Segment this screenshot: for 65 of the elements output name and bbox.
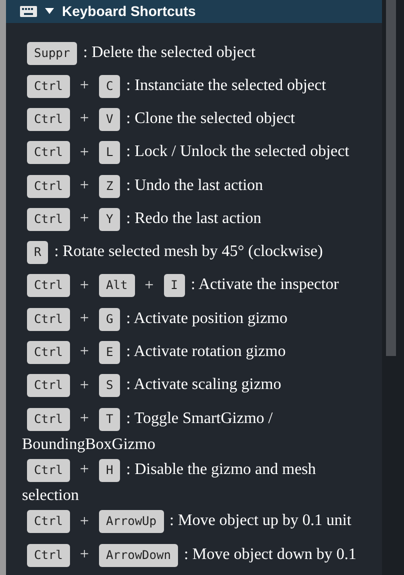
- key-cap: T: [98, 408, 120, 431]
- key-cap: Ctrl: [27, 174, 70, 198]
- key-cap: Suppr: [27, 42, 78, 65]
- shortcut-description: : Activate scaling gizmo: [126, 376, 282, 394]
- key-cap: Ctrl: [27, 458, 70, 482]
- shortcut-description: : Move object down by 0.1: [184, 546, 356, 563]
- key-cap: Ctrl: [27, 408, 70, 431]
- plus-sign: +: [144, 276, 154, 296]
- plus-sign: +: [80, 376, 89, 396]
- shortcut-description: : Disable the gizmo and mesh: [126, 461, 316, 478]
- key-cap: Ctrl: [27, 340, 70, 364]
- shortcut-description: : Move object up by 0.1 unit: [170, 512, 352, 530]
- key-cap: ArrowDown: [98, 544, 178, 566]
- plus-sign: +: [80, 76, 89, 96]
- shortcut-description: : Clone the selected object: [126, 110, 295, 128]
- panel-header[interactable]: Keyboard Shortcuts: [6, 0, 382, 23]
- shortcut-description: : Lock / Unlock the selected object: [126, 143, 350, 160]
- key-cap: V: [98, 108, 120, 131]
- shortcut-description: : Instanciate the selected object: [126, 76, 326, 94]
- key-cap: Ctrl: [27, 141, 70, 164]
- shortcut-description: : Redo the last action: [126, 210, 262, 228]
- key-cap: R: [27, 241, 48, 264]
- caret-icon: [45, 8, 54, 14]
- plus-sign: +: [80, 309, 89, 330]
- key-cap: Ctrl: [27, 544, 70, 566]
- scrollbar-thumb[interactable]: [386, 0, 396, 356]
- key-cap: Y: [98, 208, 120, 231]
- key-cap: Z: [98, 174, 120, 198]
- key-cap: C: [98, 74, 120, 98]
- shortcut-description: : Delete the selected object: [83, 44, 256, 61]
- plus-sign: +: [80, 409, 89, 430]
- key-cap: Ctrl: [27, 108, 70, 131]
- key-cap: I: [164, 274, 185, 298]
- plus-sign: +: [80, 545, 89, 565]
- key-cap: Ctrl: [27, 208, 70, 231]
- key-cap: E: [98, 340, 120, 364]
- shortcut-description: : Activate the inspector: [190, 276, 339, 294]
- key-cap: Ctrl: [27, 510, 70, 534]
- key-cap: ArrowUp: [98, 510, 164, 534]
- key-cap: Ctrl: [27, 74, 70, 98]
- plus-sign: +: [80, 342, 89, 362]
- plus-sign: +: [80, 142, 89, 163]
- panel-title: Keyboard Shortcuts: [62, 2, 196, 21]
- key-cap: Ctrl: [27, 308, 70, 331]
- shortcut-description: : Undo the last action: [126, 176, 264, 194]
- shortcut-description: : Rotate selected mesh by 45° (clockwise): [54, 243, 323, 260]
- keyboard-icon: [20, 6, 37, 17]
- shortcut-description: : Toggle SmartGizmo /: [126, 410, 273, 427]
- key-cap: L: [98, 141, 120, 164]
- plus-sign: +: [80, 512, 89, 532]
- shortcut-description: : Activate position gizmo: [126, 310, 288, 327]
- plus-sign: +: [80, 209, 89, 230]
- shortcut-description-continued: BoundingBoxGizmo: [22, 435, 156, 456]
- key-cap: Alt: [98, 274, 135, 298]
- key-cap: S: [98, 374, 120, 398]
- shortcut-description: : Activate rotation gizmo: [126, 343, 286, 360]
- shortcut-description-continued: selection: [22, 486, 79, 506]
- plus-sign: +: [80, 276, 89, 296]
- plus-sign: +: [80, 176, 89, 196]
- key-cap: Ctrl: [27, 374, 70, 398]
- plus-sign: +: [80, 109, 89, 130]
- key-cap: H: [98, 458, 120, 482]
- key-cap: Ctrl: [27, 274, 70, 298]
- plus-sign: +: [80, 460, 89, 480]
- key-cap: G: [98, 308, 120, 331]
